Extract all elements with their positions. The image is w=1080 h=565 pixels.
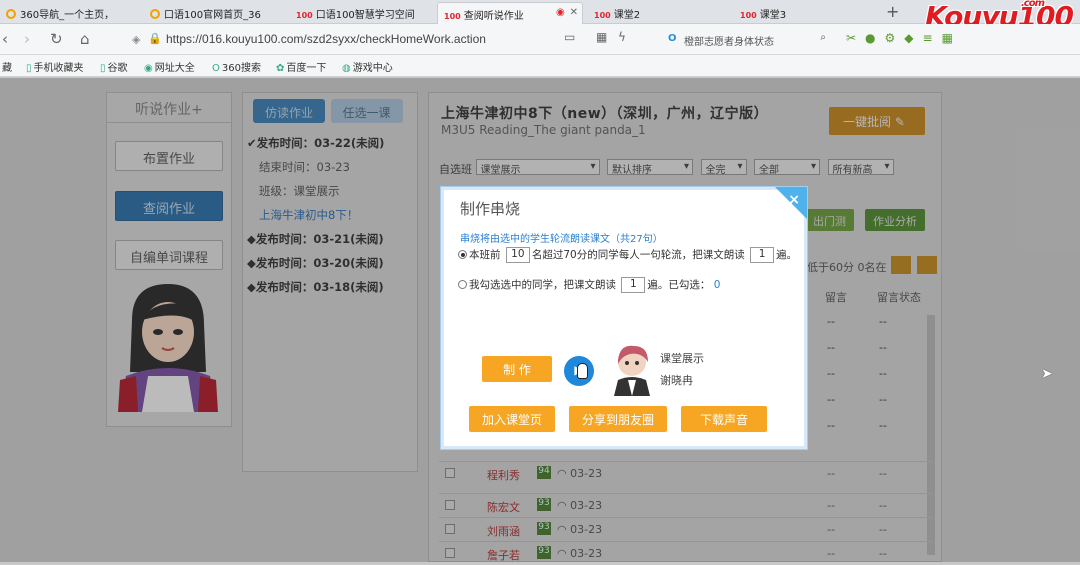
bookmarks-collapse-icon[interactable]: 藏 xyxy=(2,59,12,74)
forward-icon[interactable]: › xyxy=(24,30,30,48)
bookmarks-bar: 藏 ▯ 手机收藏夹 ▯ 谷歌 ◉ 网址大全 O 360搜索 ✿ 百度一下 ◍ 游戏中心 xyxy=(0,55,1080,77)
bookmark-item[interactable]: ◍ 游戏中心 xyxy=(342,59,393,74)
address-bar-row: ‹ › ↻ ⌂ ◈ 🔒 https://016.kouyu100.com/szd… xyxy=(0,24,1080,55)
student-name: 谢晓冉 xyxy=(660,374,693,387)
recording-icon: ◉ xyxy=(556,7,565,18)
dialog-description: 串烧将由选中的学生轮流朗读课文（共27句） xyxy=(460,234,663,245)
browser-tab[interactable]: 360导航_一个主页， xyxy=(0,2,140,24)
student-avatar xyxy=(614,345,650,396)
selected-count: 0 xyxy=(713,279,721,291)
refresh-icon[interactable]: ↻ xyxy=(50,30,63,48)
shield-icon: ◈ xyxy=(132,34,141,46)
browser-tab-active[interactable]: 100 查阅听说作业 ◉ ✕ xyxy=(437,2,583,24)
read-times-input[interactable]: 1 xyxy=(750,247,775,263)
share-to-moments-button[interactable]: 分享到朋友圈 xyxy=(569,406,667,432)
download-audio-button[interactable]: 下载声音 xyxy=(681,406,767,432)
search-input[interactable]: O 橙部志愿者身体状态 ⌕ xyxy=(666,30,836,50)
search-icon[interactable]: ⌕ xyxy=(820,32,826,43)
browser-tab[interactable]: 100 课堂3 xyxy=(734,2,876,24)
option-selected-students[interactable]: 我勾选选中的同学，把课文朗读 1 遍。已勾选： 0 xyxy=(458,277,720,293)
lock-icon: 🔒 xyxy=(148,33,162,45)
close-tab-icon[interactable]: ✕ xyxy=(570,7,578,18)
home-icon[interactable]: ⌂ xyxy=(80,30,90,48)
browser-tab-bar: 360导航_一个主页， 口语100官网首页_36 100 口语100智慧学习空间 … xyxy=(0,0,1080,33)
tab-favicon-icon: 100 xyxy=(296,11,313,20)
toolbar-icons[interactable]: ✂●⚙◆≡▦ xyxy=(846,31,962,45)
tab-favicon-icon xyxy=(150,9,160,19)
mouse-pointer-icon: ➤ xyxy=(1041,366,1053,382)
radio-top-students[interactable] xyxy=(458,250,467,259)
browser-tab[interactable]: 口语100官网首页_36 xyxy=(144,2,286,24)
bookmark-item[interactable]: ◉ 网址大全 xyxy=(144,59,195,74)
bookmark-item[interactable]: ▯ 谷歌 xyxy=(100,59,128,74)
tab-favicon-icon: 100 xyxy=(740,11,757,20)
dialog-title: 制作串烧 xyxy=(460,200,521,218)
tab-favicon-icon: 100 xyxy=(594,11,611,20)
bookmark-item[interactable]: O 360搜索 xyxy=(212,59,261,74)
search-engine-icon: O xyxy=(668,33,677,44)
top-count-input[interactable]: 10 xyxy=(505,247,530,263)
tab-favicon-icon xyxy=(6,9,16,19)
class-name: 课堂展示 xyxy=(660,352,704,365)
browser-tab[interactable]: 100 课堂2 xyxy=(588,2,730,24)
url-field[interactable]: ◈ 🔒 https://016.kouyu100.com/szd2syxx/ch… xyxy=(126,29,586,51)
add-to-class-page-button[interactable]: 加入课堂页 xyxy=(469,406,555,432)
make-button[interactable]: 制 作 xyxy=(482,356,552,382)
mouse-cursor-icon xyxy=(577,363,588,379)
screen-icon[interactable]: ▭ xyxy=(564,30,575,44)
reader-icon[interactable]: ▦ xyxy=(596,30,607,44)
new-tab-button[interactable]: + xyxy=(886,2,899,21)
bookmark-item[interactable]: ▯ 手机收藏夹 xyxy=(26,59,84,74)
make-medley-dialog: × 制作串烧 串烧将由选中的学生轮流朗读课文（共27句） 本班前 10 名超过70… xyxy=(441,187,807,449)
back-icon[interactable]: ‹ xyxy=(2,30,8,48)
read-times-input[interactable]: 1 xyxy=(621,277,646,293)
browser-tab[interactable]: 100 口语100智慧学习空间 xyxy=(290,2,432,24)
lightning-icon[interactable]: ϟ xyxy=(618,30,626,44)
bookmark-item[interactable]: ✿ 百度一下 xyxy=(276,59,326,74)
close-icon[interactable]: × xyxy=(788,192,800,208)
option-top-students[interactable]: 本班前 10 名超过70分的同学每人一句轮流，把课文朗读 1 遍。 xyxy=(458,247,797,263)
tab-favicon-icon: 100 xyxy=(444,12,461,21)
radio-selected-students[interactable] xyxy=(458,280,467,289)
